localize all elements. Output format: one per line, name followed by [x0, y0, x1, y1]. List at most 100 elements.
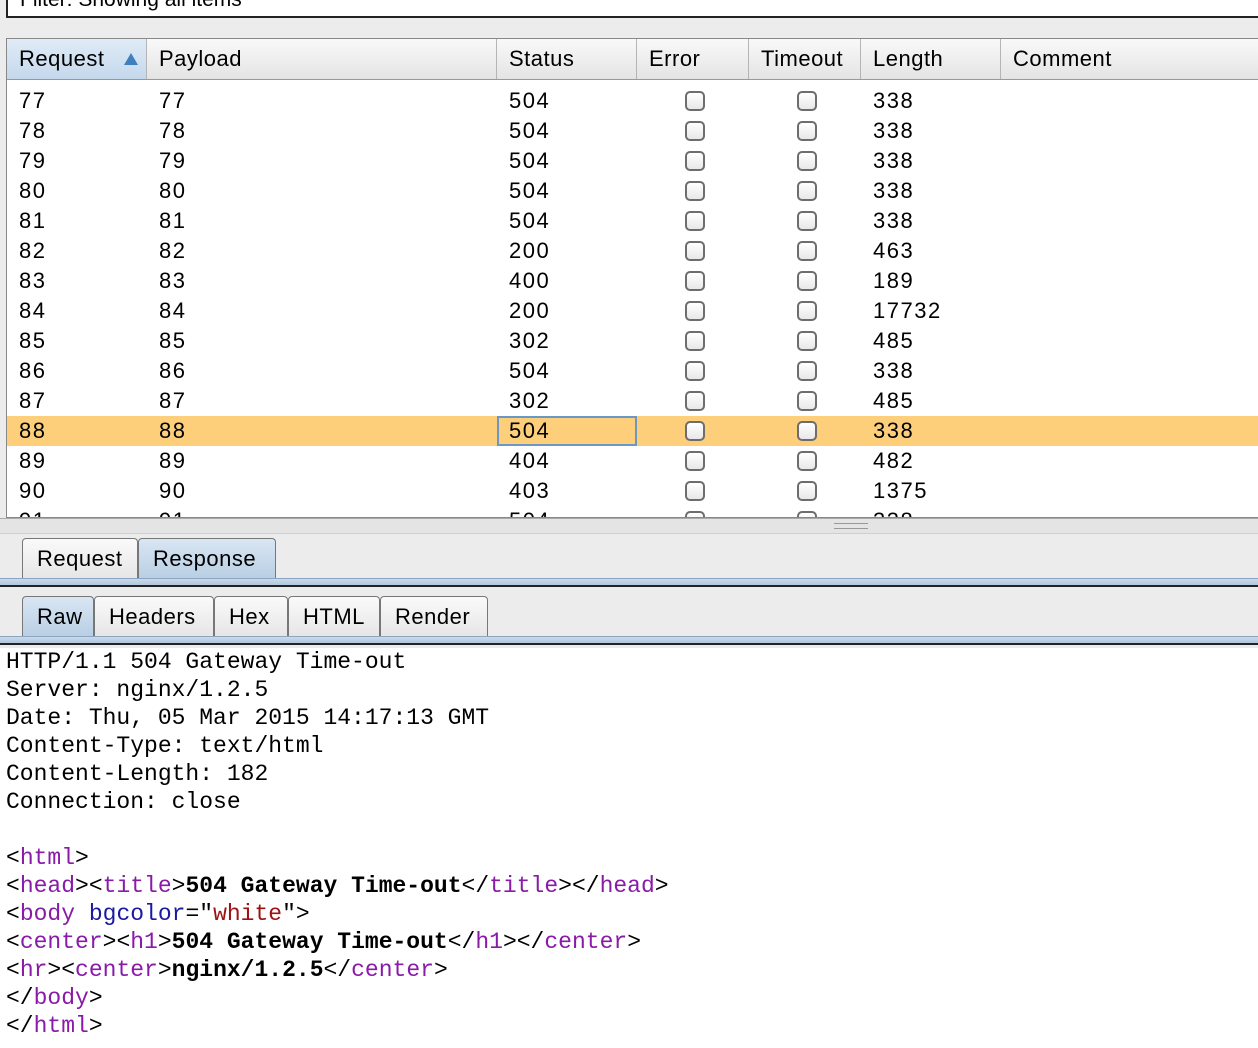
sort-ascending-icon — [124, 53, 138, 65]
cell-status: 200 — [509, 238, 551, 263]
cell-status: 504 — [509, 358, 551, 383]
table-row[interactable]: 80 80 504 338 — [7, 176, 1258, 206]
error-checkbox[interactable] — [685, 211, 705, 231]
column-header-length[interactable]: Length — [861, 39, 1001, 79]
table-row[interactable]: 77 77 504 338 — [7, 86, 1258, 116]
timeout-checkbox[interactable] — [797, 91, 817, 111]
cell-length: 338 — [873, 358, 915, 383]
cell-length: 338 — [873, 208, 915, 233]
results-table[interactable]: Request Payload Status Error Timeout Length Co… — [6, 38, 1258, 518]
table-row[interactable]: 84 84 200 17732 — [7, 296, 1258, 326]
title-text: 504 Gateway Time-out — [185, 873, 462, 899]
view-tab-html[interactable]: HTML — [288, 596, 380, 636]
timeout-checkbox[interactable] — [797, 241, 817, 261]
table-row[interactable]: 83 83 400 189 — [7, 266, 1258, 296]
view-tab-raw[interactable]: Raw — [22, 596, 94, 636]
html-line-body-open: <body bgcolor="white"> — [6, 901, 310, 927]
cell-request: 84 — [19, 298, 47, 323]
cell-request: 77 — [19, 88, 47, 113]
cell-payload: 86 — [159, 358, 187, 383]
column-header-label: Status — [509, 46, 575, 71]
table-row[interactable]: 89 89 404 482 — [7, 446, 1258, 476]
view-tab-underline — [0, 636, 1258, 645]
error-checkbox[interactable] — [685, 451, 705, 471]
cell-length: 482 — [873, 448, 915, 473]
error-checkbox[interactable] — [685, 91, 705, 111]
cell-length: 1375 — [873, 478, 928, 503]
tab-response[interactable]: Response — [138, 538, 276, 578]
cell-request: 78 — [19, 118, 47, 143]
table-row[interactable]: 87 87 302 485 — [7, 386, 1258, 416]
tab-request[interactable]: Request — [22, 538, 138, 578]
cell-request: 88 — [19, 418, 47, 443]
error-checkbox[interactable] — [685, 181, 705, 201]
cell-payload: 89 — [159, 448, 187, 473]
cell-payload: 90 — [159, 478, 187, 503]
cell-request: 89 — [19, 448, 47, 473]
timeout-checkbox[interactable] — [797, 151, 817, 171]
timeout-checkbox[interactable] — [797, 511, 817, 517]
column-header-comment[interactable]: Comment — [1001, 39, 1258, 79]
error-checkbox[interactable] — [685, 121, 705, 141]
column-header-label: Request — [19, 46, 105, 71]
view-tab-headers[interactable]: Headers — [94, 596, 214, 636]
column-header-error[interactable]: Error — [637, 39, 749, 79]
error-checkbox[interactable] — [685, 331, 705, 351]
table-row[interactable]: 88 88 504 338 — [7, 416, 1258, 446]
column-header-label: Payload — [159, 46, 243, 71]
timeout-checkbox[interactable] — [797, 211, 817, 231]
view-tab-hex[interactable]: Hex — [214, 596, 288, 636]
splitter-grip-icon[interactable] — [834, 523, 868, 529]
timeout-checkbox[interactable] — [797, 331, 817, 351]
table-row[interactable]: 78 78 504 338 — [7, 116, 1258, 146]
table-row[interactable]: 81 81 504 338 — [7, 206, 1258, 236]
error-checkbox[interactable] — [685, 391, 705, 411]
cell-status: 302 — [509, 328, 551, 353]
table-row[interactable]: 82 82 200 463 — [7, 236, 1258, 266]
timeout-checkbox[interactable] — [797, 301, 817, 321]
cell-request: 80 — [19, 178, 47, 203]
column-header-request[interactable]: Request — [7, 39, 147, 79]
cell-payload: 82 — [159, 238, 187, 263]
cell-request: 82 — [19, 238, 47, 263]
cell-payload: 79 — [159, 148, 187, 173]
table-row[interactable]: 85 85 302 485 — [7, 326, 1258, 356]
timeout-checkbox[interactable] — [797, 451, 817, 471]
column-header-status[interactable]: Status — [497, 39, 637, 79]
timeout-checkbox[interactable] — [797, 271, 817, 291]
filter-bar[interactable]: Filter: Showing all items — [6, 0, 1258, 18]
cell-status: 504 — [509, 118, 551, 143]
error-checkbox[interactable] — [685, 301, 705, 321]
view-tab-render[interactable]: Render — [380, 596, 488, 636]
response-editor[interactable]: HTTP/1.1 504 Gateway Time-out Server: ng… — [0, 648, 1258, 1048]
cell-request: 87 — [19, 388, 47, 413]
h1-text: 504 Gateway Time-out — [171, 929, 448, 955]
pane-splitter[interactable] — [0, 518, 1258, 534]
table-row[interactable]: 79 79 504 338 — [7, 146, 1258, 176]
error-checkbox[interactable] — [685, 361, 705, 381]
cell-length: 17732 — [873, 298, 942, 323]
error-checkbox[interactable] — [685, 241, 705, 261]
timeout-checkbox[interactable] — [797, 481, 817, 501]
table-row[interactable]: 86 86 504 338 — [7, 356, 1258, 386]
cell-length: 338 — [873, 418, 915, 443]
timeout-checkbox[interactable] — [797, 361, 817, 381]
timeout-checkbox[interactable] — [797, 391, 817, 411]
error-checkbox[interactable] — [685, 421, 705, 441]
timeout-checkbox[interactable] — [797, 121, 817, 141]
error-checkbox[interactable] — [685, 481, 705, 501]
error-checkbox[interactable] — [685, 271, 705, 291]
cell-length: 189 — [873, 268, 915, 293]
cell-request: 83 — [19, 268, 47, 293]
cell-status: 504 — [509, 208, 551, 233]
html-line-hr: <hr><center>nginx/1.2.5</center> — [6, 957, 448, 983]
timeout-checkbox[interactable] — [797, 421, 817, 441]
timeout-checkbox[interactable] — [797, 181, 817, 201]
column-header-timeout[interactable]: Timeout — [749, 39, 861, 79]
error-checkbox[interactable] — [685, 151, 705, 171]
cell-status: 400 — [509, 268, 551, 293]
table-row[interactable]: 9191504338 — [7, 506, 1258, 517]
table-row[interactable]: 90 90 403 1375 — [7, 476, 1258, 506]
column-header-payload[interactable]: Payload — [147, 39, 497, 79]
error-checkbox[interactable] — [685, 511, 705, 517]
